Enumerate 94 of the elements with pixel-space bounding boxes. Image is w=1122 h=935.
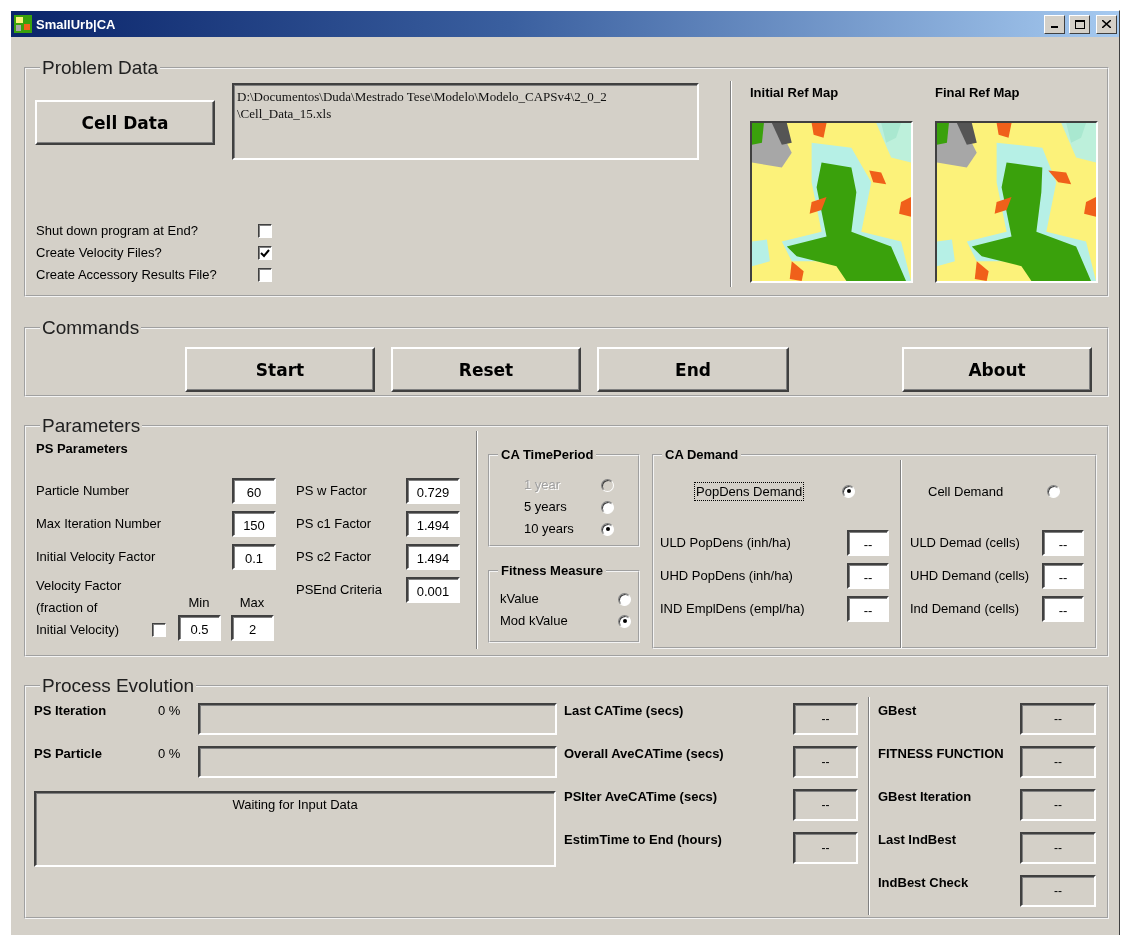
demand-field[interactable]: -- <box>847 562 889 589</box>
radio-label: PopDens Demand <box>694 481 805 501</box>
progress-label: PS Iteration <box>34 703 108 719</box>
percent-text: 0 % <box>158 746 182 762</box>
field-label: Max Iteration Number <box>36 515 162 532</box>
value-display: -- <box>793 746 858 778</box>
radio-button[interactable] <box>1047 484 1061 498</box>
field-label: Initial Velocity Factor <box>36 548 157 565</box>
group-title: Commands <box>41 317 141 339</box>
field-label: PS c1 Factor <box>296 515 373 532</box>
group-title: CA Demand <box>664 447 740 462</box>
minimize-button[interactable] <box>1044 14 1065 34</box>
checkbox-label: Create Accessory Results File? <box>36 267 218 283</box>
maximize-icon <box>1074 19 1085 29</box>
radio-label: kValue <box>500 591 540 607</box>
number-field[interactable]: 0.001 <box>406 576 460 603</box>
demand-field[interactable]: -- <box>1042 595 1084 622</box>
field-label: Particle Number <box>36 482 131 499</box>
value-display: -- <box>1020 789 1096 821</box>
map-title: Initial Ref Map <box>750 85 840 102</box>
status-message: Waiting for Input Data <box>34 791 556 867</box>
checkbox[interactable] <box>258 246 272 260</box>
close-icon <box>1102 20 1111 28</box>
command-button[interactable]: End <box>597 347 789 392</box>
stat-label: IndBest Check <box>878 875 970 891</box>
group-title: Parameters <box>41 415 142 437</box>
group-title: Problem Data <box>41 57 160 79</box>
field-label: ULD PopDens (inh/ha) <box>660 534 792 551</box>
field-label: Velocity Factor (fraction of Initial Velocity) <box>36 577 123 639</box>
min-field[interactable]: 0.5 <box>178 615 221 641</box>
percent-text: 0 % <box>158 703 182 719</box>
demand-field[interactable]: -- <box>847 595 889 622</box>
field-label: UHD PopDens (inh/ha) <box>660 567 794 584</box>
close-button[interactable] <box>1096 14 1117 34</box>
stat-label: GBest <box>878 703 918 719</box>
min-label: Min <box>187 595 211 611</box>
cell-data-button[interactable]: Cell Data <box>35 100 215 145</box>
stat-label: FITNESS FUNCTION <box>878 746 1005 762</box>
radio-button[interactable] <box>618 592 631 606</box>
radio-label: 10 years <box>524 521 575 537</box>
value-display: -- <box>1020 703 1096 735</box>
radio-label: 5 years <box>524 499 568 515</box>
field-label: ULD Demad (cells) <box>910 534 1021 551</box>
demand-field[interactable]: -- <box>1042 562 1084 589</box>
stat-label: Last IndBest <box>878 832 957 848</box>
command-button[interactable]: Reset <box>391 347 581 392</box>
number-field[interactable]: 1.494 <box>406 510 460 537</box>
number-field[interactable]: 1.494 <box>406 543 460 570</box>
number-field[interactable]: 150 <box>232 510 276 537</box>
value-display: -- <box>793 832 858 864</box>
checkbox[interactable] <box>258 268 272 282</box>
group-title: Process Evolution <box>41 675 196 697</box>
stat-label: Overall AveCATime (secs) <box>564 746 725 762</box>
file-path-field: D:\Documentos\Duda\Mestrado Tese\Modelo\Modelo_CAPSv4\2_0_2 \Cell_Data_15.xls <box>232 83 699 160</box>
field-label: Ind Demand (cells) <box>910 600 1021 617</box>
max-label: Max <box>238 595 266 611</box>
field-label: UHD Demand (cells) <box>910 567 1031 584</box>
checkbox-label: Create Velocity Files? <box>36 245 163 261</box>
number-field[interactable]: 0.729 <box>406 477 460 504</box>
stat-label: EstimTime to End (hours) <box>564 832 723 848</box>
stat-label: PSIter AveCATime (secs) <box>564 789 719 805</box>
radio-label: Mod kValue <box>500 613 569 629</box>
checkbox[interactable] <box>258 224 272 238</box>
stat-label: GBest Iteration <box>878 789 973 805</box>
value-display: -- <box>1020 746 1096 778</box>
command-button[interactable]: Start <box>185 347 375 392</box>
progress-label: PS Particle <box>34 746 103 762</box>
radio-button[interactable] <box>842 484 856 498</box>
checkbox[interactable] <box>152 623 166 637</box>
section-title: PS Parameters <box>36 441 129 457</box>
field-label: PSEnd Criteria <box>296 581 383 598</box>
group-title: CA TimePeriod <box>500 447 595 462</box>
demand-field[interactable]: -- <box>847 529 889 556</box>
map-title: Final Ref Map <box>935 85 1021 102</box>
maximize-button[interactable] <box>1069 14 1090 34</box>
field-label: IND EmplDens (empl/ha) <box>660 600 806 617</box>
field-label: PS w Factor <box>296 482 368 499</box>
group-title: Fitness Measure <box>500 563 604 578</box>
number-field[interactable]: 60 <box>232 477 276 504</box>
stat-label: Last CATime (secs) <box>564 703 685 719</box>
app-icon <box>14 15 32 33</box>
checkbox-label: Shut down program at End? <box>36 223 199 239</box>
value-display: -- <box>1020 875 1096 907</box>
value-display: -- <box>1020 832 1096 864</box>
number-field[interactable]: 0.1 <box>232 543 276 570</box>
window-title: SmallUrb|CA <box>36 16 117 32</box>
command-button[interactable]: About <box>902 347 1092 392</box>
max-field[interactable]: 2 <box>231 615 274 641</box>
field-label: PS c2 Factor <box>296 548 373 565</box>
value-display: -- <box>793 789 858 821</box>
demand-field[interactable]: -- <box>1042 529 1084 556</box>
radio-label: Cell Demand <box>927 482 1005 501</box>
value-display: -- <box>793 703 858 735</box>
radio-button[interactable] <box>601 500 614 514</box>
